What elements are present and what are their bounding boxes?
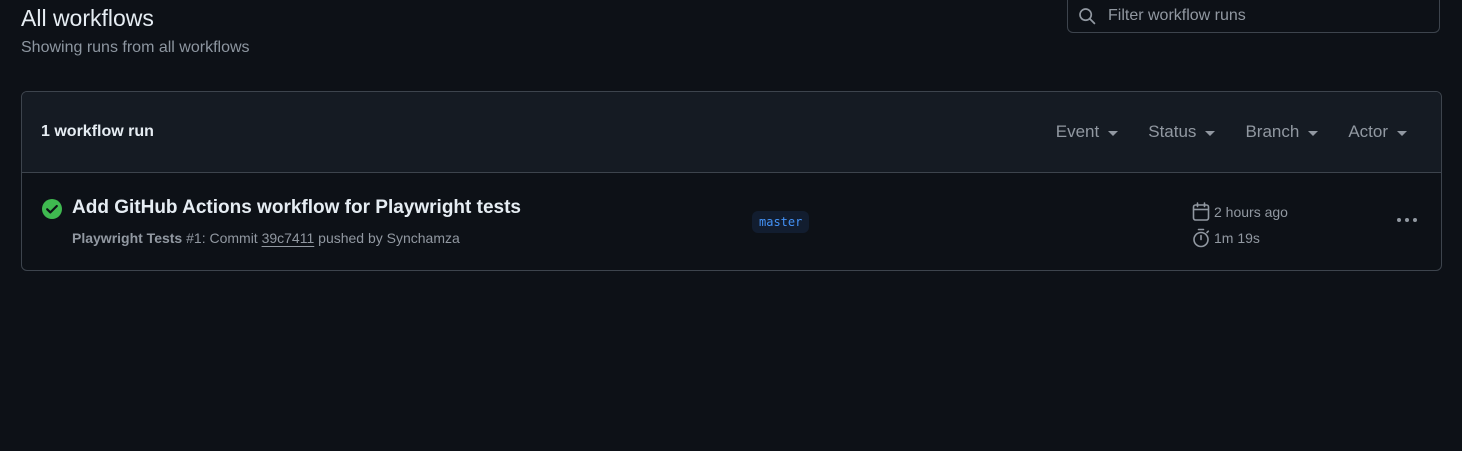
started-time: 2 hours ago <box>1214 204 1288 220</box>
run-started: 2 hours ago <box>1192 199 1288 225</box>
duration-time: 1m 19s <box>1214 230 1260 246</box>
pushed-by-text: pushed by Synchamza <box>314 230 460 246</box>
runs-count: 1 workflow run <box>41 123 154 140</box>
check-circle-fill-icon <box>41 198 63 220</box>
workflow-runs-list: 1 workflow run Event Status Branch Actor <box>21 91 1442 271</box>
page-subtitle: Showing runs from all workflows <box>21 39 250 56</box>
calendar-icon <box>1192 202 1210 221</box>
runs-filters: Event Status Branch Actor <box>1026 122 1407 142</box>
branch-filter-label: Branch <box>1245 122 1300 141</box>
workflow-run-row[interactable]: Add GitHub Actions workflow for Playwrig… <box>22 173 1441 270</box>
workflow-name: Playwright Tests <box>72 230 183 246</box>
commit-prefix: : Commit <box>201 230 262 246</box>
run-number: #1 <box>186 230 202 246</box>
workflow-runs-page: All workflows Showing runs from all work… <box>0 0 1462 451</box>
filter-runs-input[interactable] <box>1108 7 1428 25</box>
caret-down-icon <box>1108 130 1119 136</box>
status-filter-dropdown[interactable]: Status <box>1148 122 1216 142</box>
actor-filter-dropdown[interactable]: Actor <box>1348 122 1407 142</box>
filter-runs-box[interactable] <box>1067 0 1440 33</box>
caret-down-icon <box>1205 130 1216 136</box>
page-title: All workflows <box>21 5 154 31</box>
stopwatch-icon <box>1193 228 1210 248</box>
runs-list-header: 1 workflow run Event Status Branch Actor <box>22 92 1441 173</box>
run-options-button[interactable] <box>1392 208 1422 232</box>
commit-sha-link[interactable]: 39c7411 <box>262 230 315 246</box>
branch-filter-dropdown[interactable]: Branch <box>1245 122 1319 142</box>
actor-filter-label: Actor <box>1348 122 1388 141</box>
branch-label[interactable]: master <box>752 211 810 233</box>
run-title-link[interactable]: Add GitHub Actions workflow for Playwrig… <box>72 196 521 220</box>
search-icon <box>1078 7 1096 25</box>
status-filter-label: Status <box>1148 122 1197 141</box>
kebab-horizontal-icon <box>1397 218 1417 222</box>
event-filter-dropdown[interactable]: Event <box>1055 122 1119 142</box>
run-duration: 1m 19s <box>1192 225 1288 251</box>
run-timing: 2 hours ago 1m 19s <box>1192 199 1288 251</box>
event-filter-label: Event <box>1055 122 1100 141</box>
run-meta: Playwright Tests #1: Commit 39c7411 push… <box>72 229 460 247</box>
caret-down-icon <box>1397 130 1407 136</box>
caret-down-icon <box>1308 130 1319 136</box>
